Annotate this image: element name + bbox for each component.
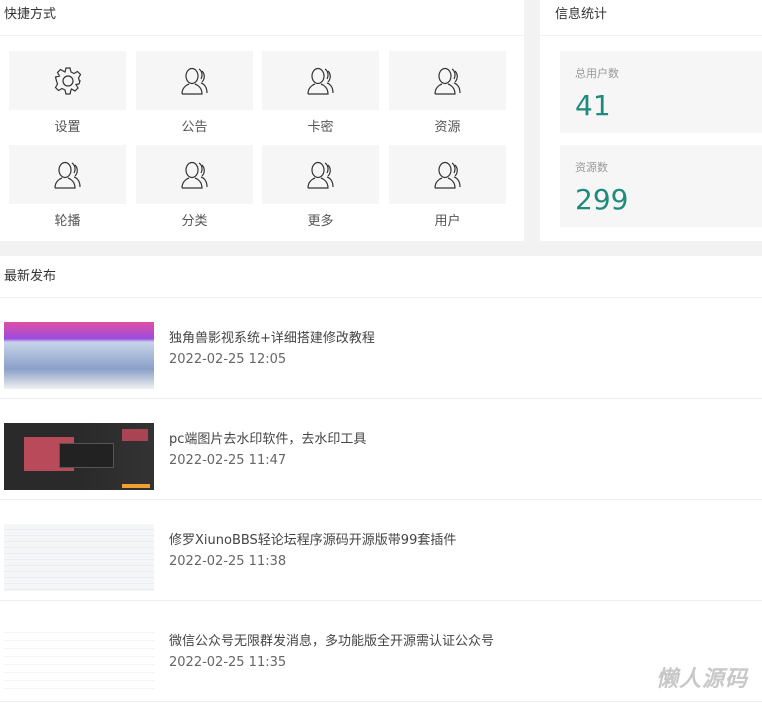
post-list-item[interactable]: 独角兽影视系统+详细搭建修改教程 2022-02-25 12:05 — [0, 298, 762, 399]
shortcut-tile[interactable]: 分类 — [136, 145, 253, 229]
shortcut-tile[interactable]: 更多 — [262, 145, 379, 229]
users-icon — [136, 51, 253, 110]
shortcut-tile[interactable]: 卡密 — [262, 51, 379, 135]
post-title[interactable]: 修罗XiunoBBS轻论坛程序源码开源版带99套插件 — [169, 529, 456, 548]
shortcut-tile[interactable]: 资源 — [389, 51, 506, 135]
shortcut-label: 轮播 — [54, 214, 81, 229]
stat-label: 总用户数 — [575, 67, 619, 80]
stat-total-users: 总用户数 41 — [560, 51, 762, 133]
watermark: 懒人源码 — [655, 667, 748, 692]
shortcut-label: 设置 — [54, 120, 81, 135]
stats-card: 信息统计 总用户数 41 资源数 299 — [540, 0, 762, 241]
latest-posts-title: 最新发布 — [0, 256, 762, 298]
post-title[interactable]: pc端图片去水印软件，去水印工具 — [169, 428, 366, 447]
post-title[interactable]: 微信公众号无限群发消息，多功能版全开源需认证公众号 — [169, 630, 494, 649]
gear-icon — [9, 51, 126, 110]
stat-value: 299 — [575, 183, 629, 216]
stat-resources: 资源数 299 — [560, 145, 762, 227]
post-thumbnail[interactable] — [4, 524, 154, 591]
stat-label: 资源数 — [575, 161, 608, 174]
post-thumbnail[interactable] — [4, 322, 154, 389]
users-icon — [9, 145, 126, 204]
shortcut-label: 更多 — [307, 214, 334, 229]
shortcut-label: 资源 — [434, 120, 461, 135]
users-icon — [389, 51, 506, 110]
post-thumbnail[interactable] — [4, 423, 154, 490]
users-icon — [262, 145, 379, 204]
post-title[interactable]: 独角兽影视系统+详细搭建修改教程 — [169, 327, 375, 346]
post-date: 2022-02-25 11:35 — [169, 655, 287, 670]
shortcut-tile[interactable]: 轮播 — [9, 145, 126, 229]
quick-access-title: 快捷方式 — [0, 0, 524, 36]
post-date: 2022-02-25 11:47 — [169, 453, 287, 468]
users-icon — [136, 145, 253, 204]
users-icon — [262, 51, 379, 110]
stat-value: 41 — [575, 89, 611, 122]
shortcut-tile[interactable]: 用户 — [389, 145, 506, 229]
shortcut-tile[interactable]: 设置 — [9, 51, 126, 135]
post-thumbnail[interactable] — [4, 625, 154, 692]
post-list-item[interactable]: 修罗XiunoBBS轻论坛程序源码开源版带99套插件 2022-02-25 11:… — [0, 500, 762, 601]
shortcut-label: 用户 — [434, 214, 461, 229]
post-list-item[interactable]: 微信公众号无限群发消息，多功能版全开源需认证公众号 2022-02-25 11:3… — [0, 601, 762, 702]
shortcut-label: 分类 — [181, 214, 208, 229]
stats-title: 信息统计 — [540, 0, 762, 36]
shortcut-tile[interactable]: 公告 — [136, 51, 253, 135]
post-date: 2022-02-25 11:38 — [169, 554, 287, 569]
quick-access-card: 快捷方式 设置 公告 卡密 资源轮播 分类 更多 用户 — [0, 0, 524, 241]
shortcut-label: 公告 — [181, 120, 208, 135]
shortcut-label: 卡密 — [307, 120, 334, 135]
users-icon — [389, 145, 506, 204]
post-list-item[interactable]: pc端图片去水印软件，去水印工具 2022-02-25 11:47 — [0, 399, 762, 500]
latest-posts-card: 最新发布 独角兽影视系统+详细搭建修改教程 2022-02-25 12:05 pc端… — [0, 256, 762, 703]
post-date: 2022-02-25 12:05 — [169, 352, 287, 367]
